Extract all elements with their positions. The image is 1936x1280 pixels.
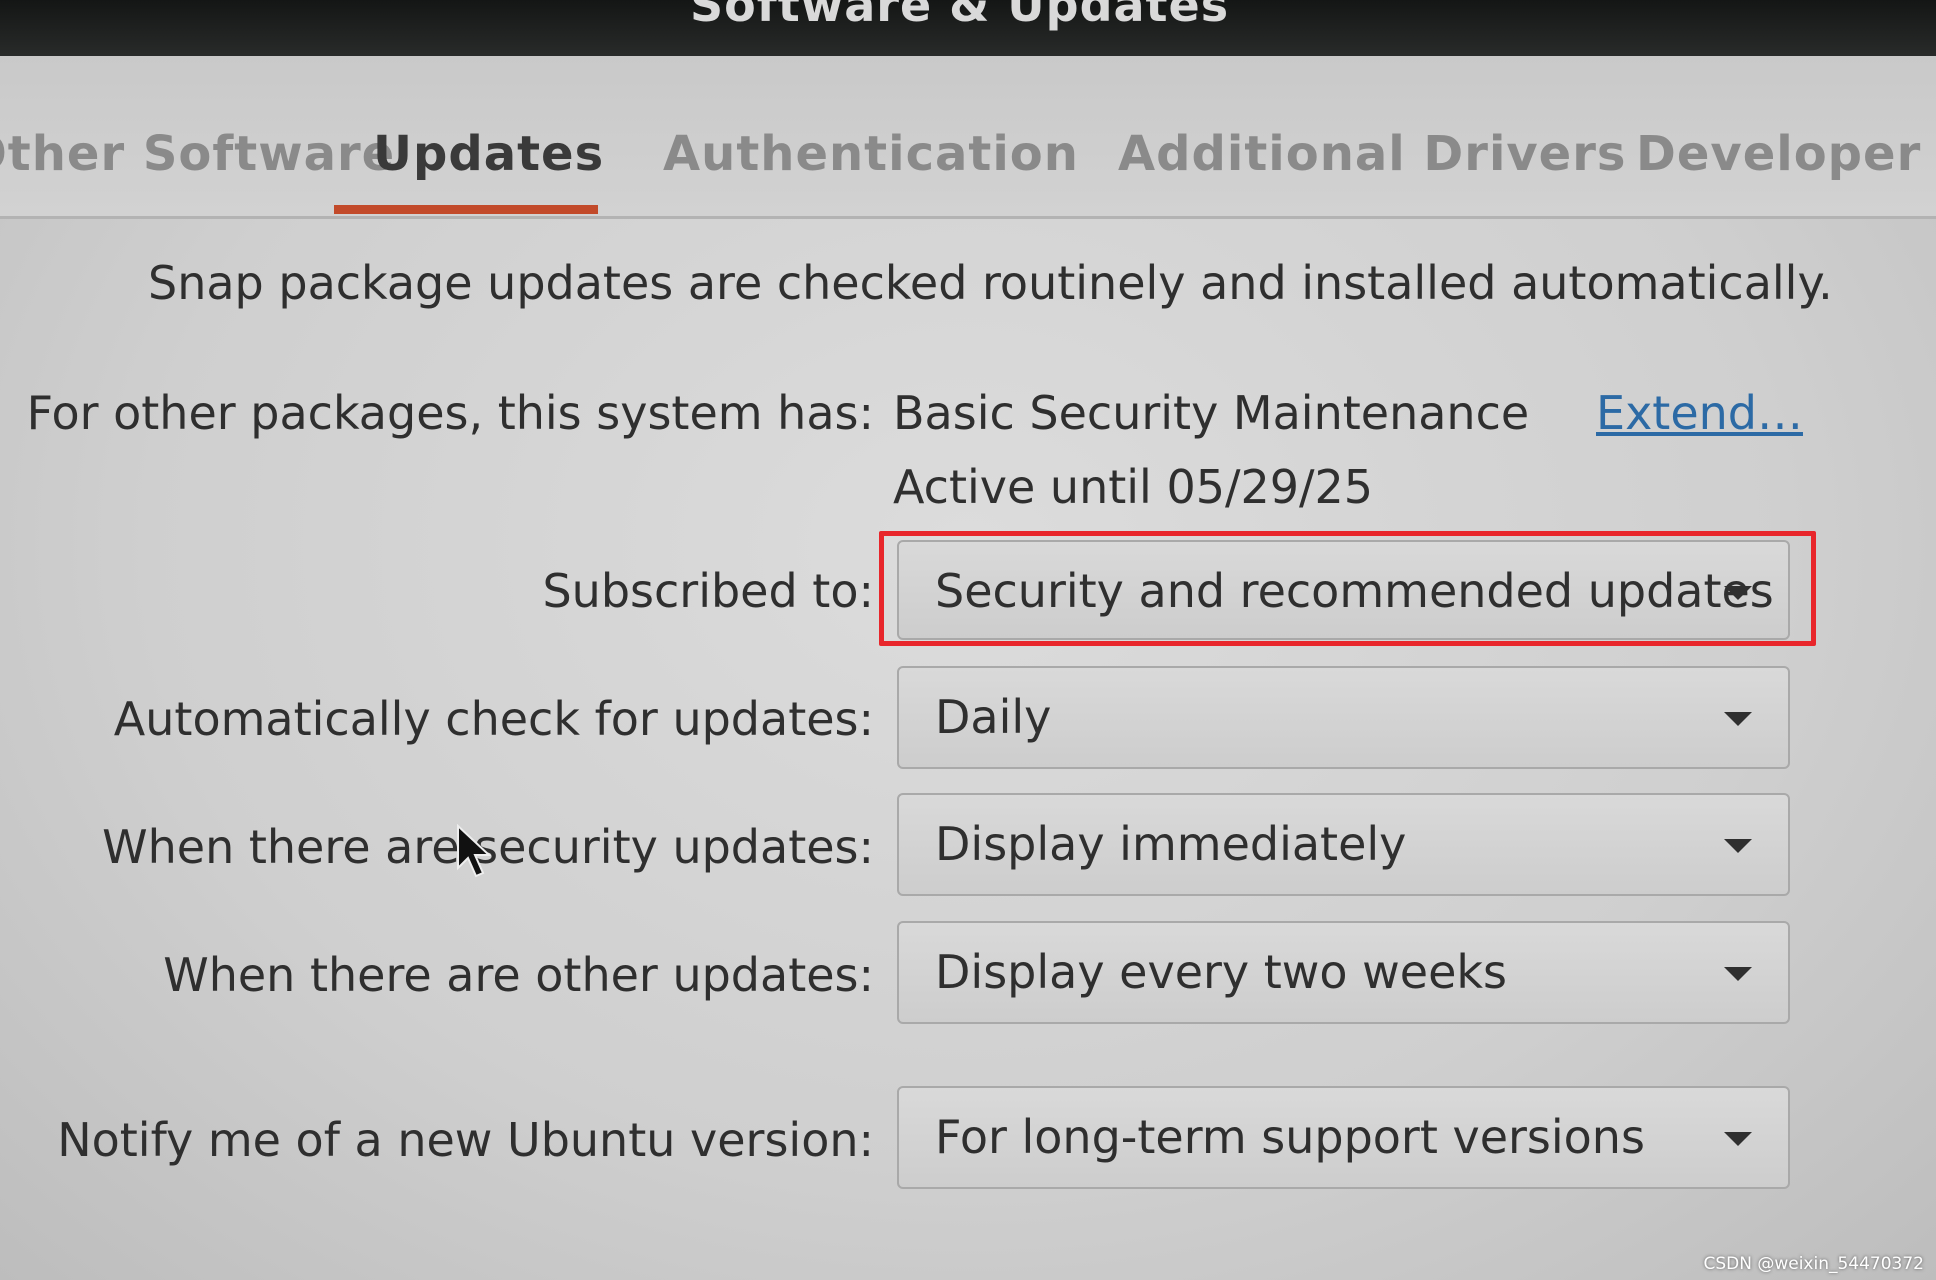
window-title: Software & Updates bbox=[690, 0, 1230, 32]
chevron-down-icon bbox=[1724, 712, 1752, 726]
auto-check-value: Daily bbox=[935, 690, 1052, 744]
tab-authentication[interactable]: Authentication bbox=[663, 126, 1079, 182]
mouse-pointer-icon bbox=[457, 824, 492, 878]
tab-additional-drivers[interactable]: Additional Drivers bbox=[1118, 126, 1626, 182]
tab-other-software[interactable]: Other Software bbox=[0, 126, 395, 182]
snap-notice: Snap package updates are checked routine… bbox=[148, 256, 1833, 310]
tab-bar: Other Software Updates Authentication Ad… bbox=[0, 56, 1936, 219]
auto-check-combo[interactable]: Daily bbox=[897, 666, 1790, 769]
support-label: For other packages, this system has: bbox=[26, 386, 874, 440]
security-updates-combo[interactable]: Display immediately bbox=[897, 793, 1790, 896]
tab-developer-options[interactable]: Developer Options bbox=[1636, 126, 1936, 182]
software-updates-window: Other Software Updates Authentication Ad… bbox=[0, 56, 1936, 1280]
annotation-highlight-box bbox=[879, 531, 1816, 646]
auto-check-label: Automatically check for updates: bbox=[113, 692, 874, 746]
watermark: CSDN @weixin_54470372 bbox=[1703, 1254, 1924, 1274]
other-updates-label: When there are other updates: bbox=[163, 948, 874, 1002]
support-active-until: Active until 05/29/25 bbox=[893, 460, 1374, 514]
chevron-down-icon bbox=[1724, 1132, 1752, 1146]
other-updates-combo[interactable]: Display every two weeks bbox=[897, 921, 1790, 1024]
new-version-combo[interactable]: For long-term support versions bbox=[897, 1086, 1790, 1189]
other-updates-value: Display every two weeks bbox=[935, 945, 1508, 999]
new-version-label: Notify me of a new Ubuntu version: bbox=[57, 1113, 874, 1167]
active-tab-indicator bbox=[334, 205, 598, 214]
title-bar: Software & Updates bbox=[0, 0, 1936, 60]
extend-link[interactable]: Extend… bbox=[1596, 386, 1803, 440]
chevron-down-icon bbox=[1724, 967, 1752, 981]
support-plan: Basic Security Maintenance bbox=[893, 386, 1530, 440]
tab-updates[interactable]: Updates bbox=[373, 126, 604, 182]
new-version-value: For long-term support versions bbox=[935, 1110, 1645, 1164]
security-updates-value: Display immediately bbox=[935, 817, 1407, 871]
subscribed-label: Subscribed to: bbox=[542, 564, 874, 618]
chevron-down-icon bbox=[1724, 839, 1752, 853]
